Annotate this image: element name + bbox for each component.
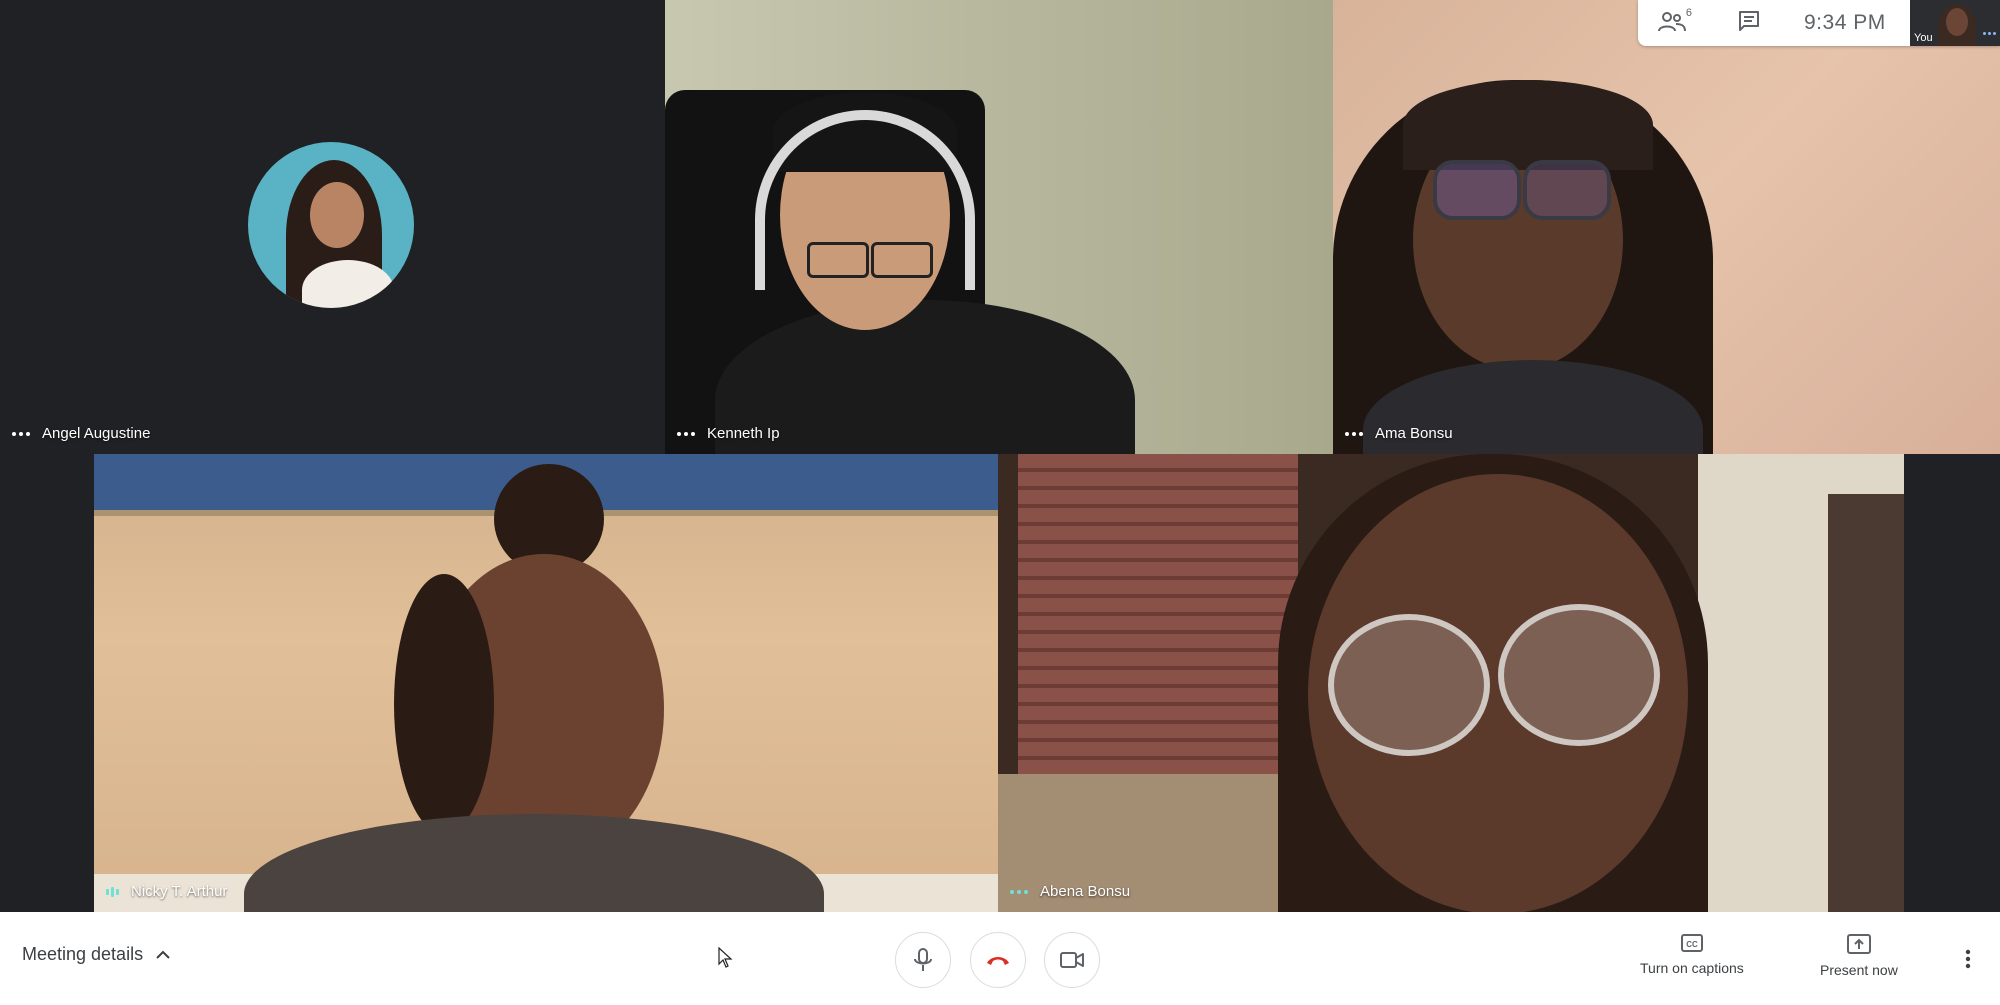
more-dots-icon[interactable] xyxy=(1983,32,1996,35)
more-dots-icon[interactable] xyxy=(1010,889,1028,894)
top-info-bar: 6 9:34 PM You xyxy=(1638,0,2000,46)
chat-icon xyxy=(1738,10,1760,37)
present-now-button[interactable]: Present now xyxy=(1820,934,1898,978)
participant-avatar xyxy=(248,142,414,308)
participant-name: Angel Augustine xyxy=(42,425,151,442)
people-icon: 6 xyxy=(1658,7,1692,35)
participant-label: Nicky T. Arthur xyxy=(106,883,227,900)
captions-label: Turn on captions xyxy=(1640,960,1744,976)
participant-name: Nicky T. Arthur xyxy=(131,883,228,900)
participant-label: Angel Augustine xyxy=(12,425,150,442)
more-dots-icon[interactable] xyxy=(1345,431,1363,436)
clock-time: 9:34 PM xyxy=(1804,11,1886,34)
people-button[interactable]: 6 xyxy=(1638,0,1712,46)
hangup-icon xyxy=(987,957,1009,965)
more-dots-icon[interactable] xyxy=(677,431,695,436)
chevron-up-icon xyxy=(156,950,170,959)
participant-label: Abena Bonsu xyxy=(1010,883,1130,900)
participant-label: Ama Bonsu xyxy=(1345,425,1453,442)
svg-text:CC: CC xyxy=(1686,940,1698,949)
self-view-tile[interactable]: You xyxy=(1910,0,2000,46)
captions-button[interactable]: CC Turn on captions xyxy=(1640,934,1744,976)
camera-icon xyxy=(1060,952,1084,968)
participant-tile-kenneth[interactable]: Kenneth Ip xyxy=(665,0,1333,454)
mouse-cursor-icon xyxy=(718,947,733,968)
meeting-details-button[interactable]: Meeting details xyxy=(22,944,171,965)
meet-call-window: Angel Augustine Kenneth Ip Ama Bonsu Nic… xyxy=(0,0,2000,1005)
more-vert-icon xyxy=(1965,949,1971,969)
more-options-button[interactable] xyxy=(1956,945,1980,973)
participant-tile-abena[interactable]: Abena Bonsu xyxy=(998,454,1904,912)
participant-label: Kenneth Ip xyxy=(677,425,780,442)
mic-icon xyxy=(914,948,932,971)
participant-name: Ama Bonsu xyxy=(1375,425,1453,442)
participant-name: Abena Bonsu xyxy=(1040,883,1131,900)
end-call-button[interactable] xyxy=(970,932,1026,988)
video-grid: Angel Augustine Kenneth Ip Ama Bonsu Nic… xyxy=(0,0,2000,912)
participant-tile-ama[interactable]: Ama Bonsu xyxy=(1333,0,2000,454)
present-label: Present now xyxy=(1820,962,1898,978)
cc-icon: CC xyxy=(1680,934,1703,952)
speaking-indicator-icon xyxy=(106,886,119,897)
chat-button[interactable] xyxy=(1712,0,1786,46)
meeting-details-label: Meeting details xyxy=(22,944,144,964)
participant-tile-nicky[interactable]: Nicky T. Arthur xyxy=(94,454,998,912)
participant-count-badge: 6 xyxy=(1685,7,1692,19)
more-dots-icon[interactable] xyxy=(12,431,30,436)
participant-name: Kenneth Ip xyxy=(707,425,780,442)
present-icon xyxy=(1846,934,1871,954)
camera-button[interactable] xyxy=(1044,932,1100,988)
mic-button[interactable] xyxy=(895,932,951,988)
participant-tile-angel[interactable]: Angel Augustine xyxy=(0,0,665,454)
call-controls-bar: Meeting details CC Turn on captions Pres… xyxy=(0,912,2000,1005)
self-view-label: You xyxy=(1914,32,1933,44)
